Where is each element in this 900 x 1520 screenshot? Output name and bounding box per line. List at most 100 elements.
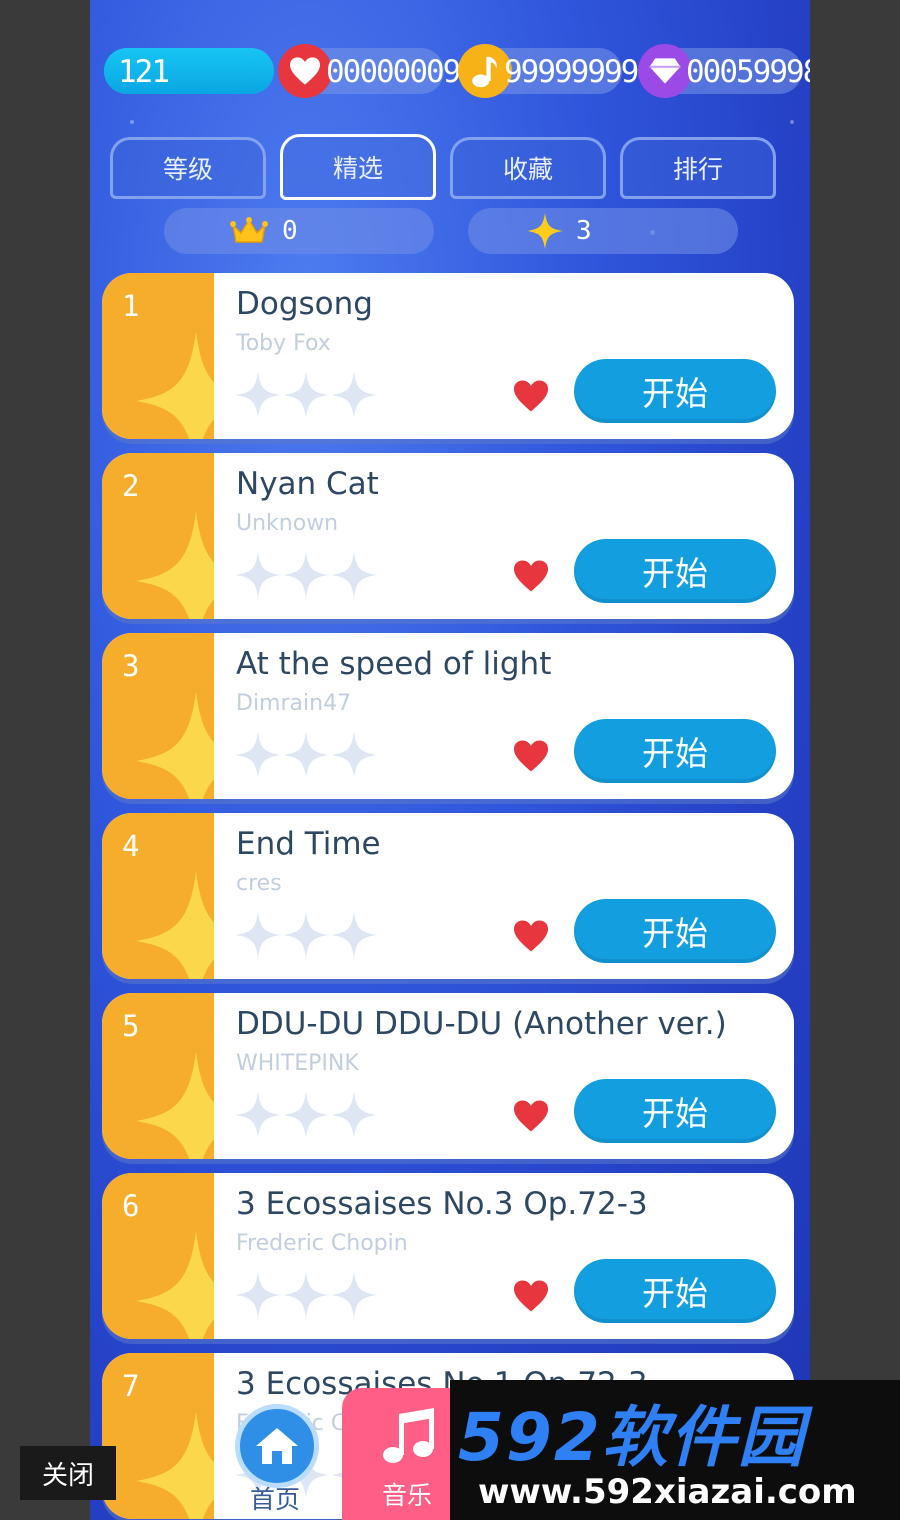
watermark-url: www.592xiazai.com xyxy=(478,1472,857,1512)
song-rank-panel: 7 xyxy=(102,1353,214,1519)
song-title: At the speed of light xyxy=(236,646,552,682)
tab-ranking[interactable]: 排行 xyxy=(620,137,776,199)
song-title: End Time xyxy=(236,826,381,862)
tab-favorites[interactable]: 收藏 xyxy=(450,137,606,199)
empty-star-icon xyxy=(282,731,330,783)
song-rank: 5 xyxy=(122,1009,140,1043)
rank-star-icon xyxy=(136,871,214,979)
song-rank-panel: 4 xyxy=(102,813,214,979)
song-card[interactable]: 6 3 Ecossaises No.3 Op.72-3 Frederic Chopi… xyxy=(102,1173,794,1339)
home-icon xyxy=(256,1428,298,1464)
empty-star-icon xyxy=(282,911,330,963)
song-rank: 4 xyxy=(122,829,140,863)
rank-star-icon xyxy=(136,1411,214,1519)
song-artist: Dimrain47 xyxy=(236,691,352,716)
tab-level[interactable]: 等级 xyxy=(110,137,266,199)
hearts-value: 00000009 xyxy=(326,54,461,90)
rank-star-icon xyxy=(136,1231,214,1339)
star-summary: 3 xyxy=(468,208,738,254)
favorite-heart-icon[interactable] xyxy=(512,1279,550,1317)
song-artist: cres xyxy=(236,871,282,896)
song-stars xyxy=(234,1271,378,1323)
song-title: Nyan Cat xyxy=(236,466,379,502)
song-rank: 1 xyxy=(122,289,140,323)
song-artist: WHITEPINK xyxy=(236,1051,359,1076)
empty-star-icon xyxy=(234,731,282,783)
song-card[interactable]: 3 At the speed of light Dimrain47 开始 xyxy=(102,633,794,799)
empty-star-icon xyxy=(282,551,330,603)
empty-star-icon xyxy=(282,371,330,423)
empty-star-icon xyxy=(330,371,378,423)
favorite-heart-icon[interactable] xyxy=(512,1099,550,1137)
rank-star-icon xyxy=(136,1051,214,1159)
song-rank-panel: 3 xyxy=(102,633,214,799)
star-count: 3 xyxy=(576,216,592,246)
nav-home-label: 首页 xyxy=(250,1485,301,1514)
empty-star-icon xyxy=(330,911,378,963)
crown-icon xyxy=(230,217,268,243)
empty-star-icon xyxy=(282,1271,330,1323)
sparkle xyxy=(790,120,794,124)
favorite-heart-icon[interactable] xyxy=(512,379,550,417)
rank-star-icon xyxy=(136,691,214,799)
song-title: Dogsong xyxy=(236,286,373,322)
song-rank: 3 xyxy=(122,649,140,683)
hearts-counter[interactable]: 00000009 xyxy=(278,44,461,98)
gems-value: 00059998 xyxy=(686,54,810,90)
crown-count: 0 xyxy=(282,216,298,246)
empty-star-icon xyxy=(330,731,378,783)
start-button[interactable]: 开始 xyxy=(574,899,776,963)
favorite-heart-icon[interactable] xyxy=(512,739,550,777)
start-button[interactable]: 开始 xyxy=(574,539,776,603)
song-card[interactable]: 5 DDU-DU DDU-DU (Another ver.) WHITEPINK 开始 xyxy=(102,993,794,1159)
song-rank-panel: 1 xyxy=(102,273,214,439)
watermark: 592软件园 www.592xiazai.com xyxy=(450,1380,900,1520)
star-icon xyxy=(527,213,563,249)
song-artist: Toby Fox xyxy=(236,331,331,356)
close-button[interactable]: 关闭 xyxy=(20,1446,116,1500)
song-rank: 7 xyxy=(122,1369,140,1403)
nav-home-button[interactable] xyxy=(235,1404,319,1488)
song-rank: 2 xyxy=(122,469,140,503)
level-progress: 121 xyxy=(104,48,274,94)
rank-star-icon xyxy=(136,331,214,439)
favorite-heart-icon[interactable] xyxy=(512,919,550,957)
watermark-brand: 592软件园 xyxy=(458,1399,806,1476)
level-value: 121 xyxy=(118,54,170,90)
gems-counter[interactable]: 00059998 xyxy=(638,44,810,98)
start-button[interactable]: 开始 xyxy=(574,1079,776,1143)
music-note-icon xyxy=(383,1408,434,1463)
song-stars xyxy=(234,911,378,963)
empty-star-icon xyxy=(282,1091,330,1143)
start-button[interactable]: 开始 xyxy=(574,359,776,423)
empty-star-icon xyxy=(330,551,378,603)
song-stars xyxy=(234,551,378,603)
empty-star-icon xyxy=(330,1091,378,1143)
empty-star-icon xyxy=(234,371,282,423)
start-button[interactable]: 开始 xyxy=(574,719,776,783)
song-rank-panel: 2 xyxy=(102,453,214,619)
sparkle xyxy=(130,120,134,124)
song-rank-panel: 6 xyxy=(102,1173,214,1339)
nav-music-label: 音乐 xyxy=(382,1481,433,1510)
empty-star-icon xyxy=(330,1271,378,1323)
song-title: DDU-DU DDU-DU (Another ver.) xyxy=(236,1006,727,1042)
song-stars xyxy=(234,731,378,783)
song-artist: Frederic Chopin xyxy=(236,1231,408,1256)
song-stars xyxy=(234,371,378,423)
notes-counter[interactable]: 99999999 xyxy=(458,44,639,98)
song-artist: Unknown xyxy=(236,511,339,536)
song-card[interactable]: 1 Dogsong Toby Fox 开始 xyxy=(102,273,794,439)
rank-star-icon xyxy=(136,511,214,619)
empty-star-icon xyxy=(234,1271,282,1323)
song-card[interactable]: 2 Nyan Cat Unknown 开始 xyxy=(102,453,794,619)
song-title: 3 Ecossaises No.3 Op.72-3 xyxy=(236,1186,648,1222)
crown-summary: 0 xyxy=(164,208,434,254)
empty-star-icon xyxy=(234,551,282,603)
favorite-heart-icon[interactable] xyxy=(512,559,550,597)
song-card[interactable]: 4 End Time cres 开始 xyxy=(102,813,794,979)
start-button[interactable]: 开始 xyxy=(574,1259,776,1323)
tab-featured[interactable]: 精选 xyxy=(280,134,436,200)
heart-icon xyxy=(278,44,332,98)
song-rank: 6 xyxy=(122,1189,140,1223)
